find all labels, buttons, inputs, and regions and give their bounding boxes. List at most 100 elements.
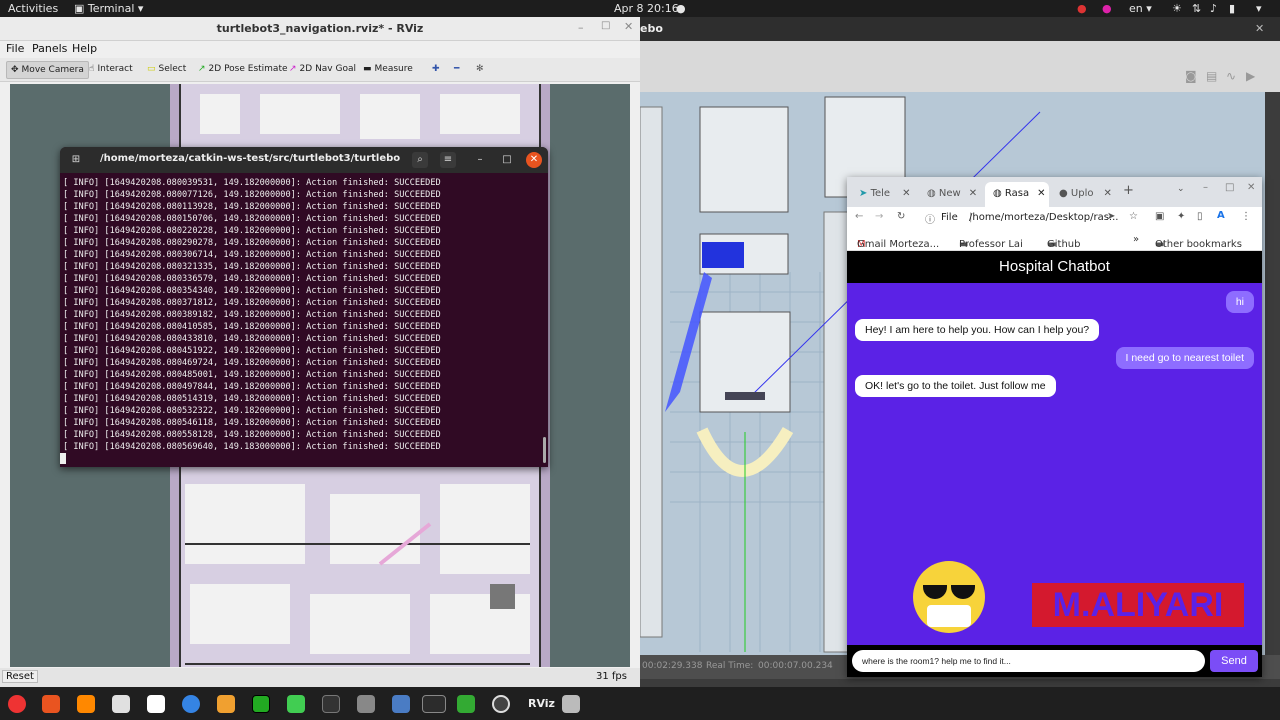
app-menu[interactable]: ▣ Terminal ▾ <box>74 2 143 15</box>
maximize-icon[interactable]: □ <box>601 20 610 31</box>
network-icon[interactable] <box>357 695 375 713</box>
terminal-line: [ INFO] [1649420208.080336579, 149.18200… <box>63 274 441 284</box>
menu-panels[interactable]: Panels <box>32 42 67 55</box>
menu-help[interactable]: Help <box>72 42 97 55</box>
window-switch-icon[interactable] <box>392 695 410 713</box>
tab-close-icon[interactable]: ✕ <box>1037 188 1045 199</box>
more-bookmarks-icon[interactable]: » <box>1133 234 1139 245</box>
maximize-icon[interactable]: □ <box>499 152 515 168</box>
record-icon[interactable]: ● <box>1077 2 1087 15</box>
rviz-titlebar[interactable]: turtlebot3_navigation.rviz* - RViz – □ ✕ <box>0 17 640 41</box>
sunglasses-emoji-icon <box>913 561 985 633</box>
pose-estimate-tool[interactable]: ↗ 2D Pose Estimate <box>194 61 292 79</box>
bookmark-star-icon[interactable]: ☆ <box>1129 211 1138 222</box>
terminal-icon[interactable] <box>422 695 446 713</box>
close-icon[interactable]: ✕ <box>624 20 633 33</box>
interact-tool[interactable]: ☝ Interact <box>85 61 137 79</box>
pycharm-icon[interactable] <box>252 695 270 713</box>
clock[interactable]: Apr 8 20:16 <box>614 2 679 15</box>
new-tab-plus-icon[interactable]: + <box>1123 183 1134 198</box>
chrome-menu-icon[interactable]: ⋮ <box>1241 211 1251 222</box>
rviz-icon[interactable]: RViz <box>528 697 555 710</box>
sidebar-icon[interactable]: ▯ <box>1197 211 1203 222</box>
profile-icon[interactable]: A <box>1217 210 1225 221</box>
monitor-icon[interactable] <box>322 695 340 713</box>
minimize-icon[interactable]: – <box>472 152 488 168</box>
activities-button[interactable]: Activities <box>8 2 58 15</box>
tab-close-icon[interactable]: ✕ <box>1103 188 1111 199</box>
hamburger-menu-icon[interactable]: ≡ <box>440 152 456 168</box>
maximize-icon[interactable]: □ <box>1225 182 1234 193</box>
tool-properties-icon[interactable]: ✻ <box>472 61 488 79</box>
terminal-titlebar[interactable]: ⊞ /home/morteza/catkin-ws-test/src/turtl… <box>60 147 548 173</box>
terminal-scrollbar[interactable] <box>543 437 546 463</box>
files-icon[interactable] <box>112 695 130 713</box>
share-icon[interactable]: ➤ <box>1107 211 1115 222</box>
language-selector[interactable]: en ▾ <box>1129 2 1152 15</box>
tool-label: 2D Nav Goal <box>299 64 356 74</box>
gazebo-icon[interactable] <box>492 695 510 713</box>
reload-icon[interactable]: ↻ <box>897 211 905 222</box>
minimize-icon[interactable]: – <box>578 21 584 34</box>
trash-icon[interactable] <box>562 695 580 713</box>
select-tool[interactable]: ▭ Select <box>143 61 190 79</box>
tab-new[interactable]: ◍ New ✕ <box>919 182 983 207</box>
sublime-icon[interactable] <box>217 695 235 713</box>
close-icon[interactable]: ✕ <box>526 152 542 168</box>
url-field[interactable]: /home/morteza/Desktop/ras... <box>969 212 1118 223</box>
text-editor-icon[interactable] <box>147 695 165 713</box>
close-icon[interactable]: ✕ <box>1247 182 1255 193</box>
terminal-output[interactable]: [ INFO] [1649420208.080039531, 149.18200… <box>63 177 533 463</box>
tab-telegram[interactable]: ➤ Tele ✕ <box>851 182 915 207</box>
tab-search-icon[interactable]: ⌄ <box>1177 184 1185 194</box>
add-tool-icon[interactable]: ✚ <box>428 61 444 79</box>
terminal-line: [ INFO] [1649420208.080410585, 149.18200… <box>63 322 441 332</box>
brightness-icon[interactable]: ☀ <box>1172 2 1182 15</box>
log-icon[interactable]: ▤ <box>1206 69 1217 83</box>
chat-message-input[interactable] <box>852 650 1205 672</box>
terminal-line: [ INFO] [1649420208.080546118, 149.18200… <box>63 418 441 428</box>
forward-icon[interactable]: → <box>875 211 883 222</box>
video-icon[interactable]: ▶ <box>1246 69 1255 83</box>
move-camera-tool[interactable]: ✥ Move Camera <box>6 61 89 79</box>
volume-icon[interactable]: ♪ <box>1210 2 1217 15</box>
software-icon[interactable] <box>42 695 60 713</box>
tab-close-icon[interactable]: ✕ <box>969 188 977 199</box>
rviz-menubar: File Panels Help <box>0 41 640 57</box>
battery-icon[interactable]: ▮ <box>1229 2 1235 15</box>
close-icon[interactable]: ✕ <box>1255 22 1264 35</box>
cast-icon[interactable]: ▣ <box>1155 211 1164 222</box>
network-icon[interactable]: ⇅ <box>1192 2 1201 15</box>
gedit-icon[interactable] <box>457 695 475 713</box>
tab-upload[interactable]: ● Uplo ✕ <box>1051 182 1121 207</box>
send-button[interactable]: Send <box>1210 650 1258 672</box>
rviz-window: turtlebot3_navigation.rviz* - RViz – □ ✕… <box>0 17 640 687</box>
tool-label: Measure <box>374 64 413 74</box>
plot-icon[interactable]: ∿ <box>1226 69 1236 83</box>
terminal-line: [ INFO] [1649420208.080220228, 149.18200… <box>63 226 441 236</box>
vlc-icon[interactable] <box>77 695 95 713</box>
chrome-icon[interactable] <box>8 695 26 713</box>
power-menu-icon[interactable]: ▾ <box>1256 2 1262 15</box>
telegram-icon: ➤ <box>859 188 871 199</box>
remove-tool-icon[interactable]: ━ <box>450 61 463 79</box>
terminal-window[interactable]: ⊞ /home/morteza/catkin-ws-test/src/turtl… <box>60 147 548 467</box>
help-icon[interactable] <box>182 695 200 713</box>
measure-tool[interactable]: ▬ Measure <box>359 61 417 79</box>
nav-goal-tool[interactable]: ↗ 2D Nav Goal <box>285 61 360 79</box>
gazebo-titlebar[interactable]: ebo ✕ <box>640 17 1280 41</box>
reset-button[interactable]: Reset <box>2 670 38 683</box>
back-icon[interactable]: ← <box>855 211 863 222</box>
tab-rasa[interactable]: ◍ Rasa ✕ <box>985 182 1049 207</box>
app-indicator-icon[interactable]: ● <box>1102 2 1112 15</box>
fps-readout: 31 fps <box>596 671 627 682</box>
terminal-line: [ INFO] [1649420208.080514319, 149.18200… <box>63 394 441 404</box>
screenshot-icon[interactable]: ◙ <box>1185 69 1197 83</box>
search-icon[interactable]: ⌕ <box>412 152 428 168</box>
extensions-icon[interactable]: ✦ <box>1177 211 1185 222</box>
minimize-icon[interactable]: – <box>1203 182 1208 193</box>
tab-close-icon[interactable]: ✕ <box>902 188 910 199</box>
qt-icon[interactable] <box>287 695 305 713</box>
new-tab-icon[interactable]: ⊞ <box>68 152 84 168</box>
menu-file[interactable]: File <box>6 42 24 55</box>
